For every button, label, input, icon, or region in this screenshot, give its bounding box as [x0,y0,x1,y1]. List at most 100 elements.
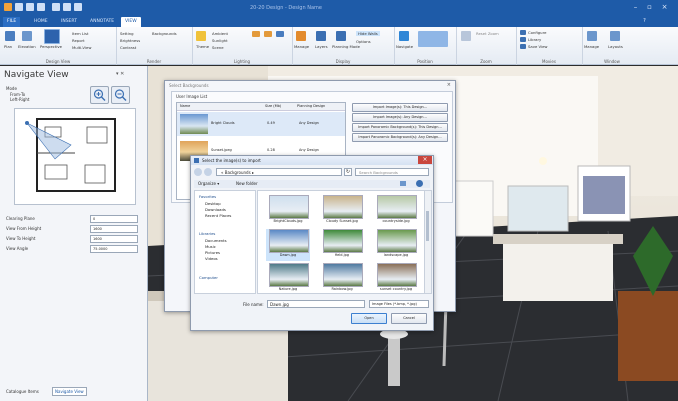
file-thumbnail[interactable]: sunset country.jpg [374,263,418,293]
import-image-any-design-button[interactable]: Import Image(s): Any Design... [352,113,448,122]
options-button[interactable]: Options [356,39,371,44]
manage-window-icon[interactable] [587,31,597,41]
forward-arrow-icon[interactable] [204,168,212,176]
back-arrow-icon[interactable] [194,168,202,176]
file-thumbnail[interactable]: BrightClouds.jpg [266,195,310,227]
zoom-out-button[interactable] [111,86,130,104]
scene-slider[interactable]: Scene [212,45,224,50]
help-icon[interactable] [416,180,423,187]
tab-file[interactable]: FILE [3,17,21,27]
nav-recent-places[interactable]: Recent Places [205,213,231,218]
mode-option-left-right[interactable]: Left-Right [10,97,30,102]
elevation-icon[interactable] [22,31,32,41]
import-panoramic-this-design-button[interactable]: Import Panoramic Background(s): This Des… [352,123,448,132]
hide-walls-button[interactable]: Hide Walls [356,31,380,36]
position-arrows-icon[interactable] [418,31,448,47]
nav-desktop[interactable]: Desktop [205,201,221,206]
app-logo-icon[interactable] [4,3,12,11]
file-type-select[interactable]: Image Files (*.bmp, *.jpg) [369,300,429,308]
backgrounds-button[interactable]: Backgrounds [152,31,177,36]
zoom-icon[interactable] [461,31,471,41]
cancel-button[interactable]: Cancel [391,313,427,324]
brightness-slider[interactable]: Brightness [120,38,140,43]
perspective-icon[interactable] [44,29,60,44]
multi-view-button[interactable]: Multi-View [72,45,91,50]
new-folder-button[interactable]: New folder [236,181,258,186]
file-thumbnail[interactable]: countryside.jpg [374,195,418,227]
minimize-icon[interactable]: – [631,3,640,11]
file-thumbnail[interactable]: Nature.jpg [266,263,310,293]
column-design[interactable]: Planning Design [297,104,325,108]
configure-button[interactable]: Configure [528,30,546,35]
item-list-button[interactable]: Item List [72,31,89,36]
refresh-icon[interactable]: ↻ [344,168,352,176]
dialog-close-icon[interactable]: × [447,82,451,88]
zoom-in-button[interactable] [90,86,109,104]
file-thumbnail[interactable]: Cloudy Sunset.jpg [320,195,364,227]
ribbon-help-icon[interactable]: ? [640,17,649,25]
nav-pictures[interactable]: Pictures [205,250,220,255]
nav-documents[interactable]: Documents [205,238,227,243]
maximize-icon[interactable]: ▫ [645,3,654,11]
plan-icon[interactable] [5,31,15,41]
nav-downloads[interactable]: Downloads [205,207,226,212]
light-icon[interactable] [252,31,260,37]
tab-home[interactable]: HOME [30,17,52,27]
sunlight-slider[interactable]: Sunlight [212,38,228,43]
reset-zoom-button[interactable]: Reset Zoom [476,31,499,36]
floor-plan-preview[interactable] [14,108,136,205]
planning-mode-icon[interactable] [336,31,346,41]
address-bar[interactable]: « Backgrounds ▸ [216,168,342,176]
undo-icon[interactable] [26,3,34,11]
setting-button[interactable]: Setting [120,31,134,36]
nav-videos[interactable]: Videos [205,256,218,261]
panel-pin-icon[interactable]: ▾ ✕ [116,71,124,77]
file-list-scrollbar[interactable] [424,190,432,294]
nav-libraries[interactable]: Libraries [199,231,215,236]
nav-computer[interactable]: Computer [199,275,218,280]
view-to-height-input[interactable]: 1600 [90,235,138,243]
close-icon[interactable]: × [660,3,669,11]
nav-music[interactable]: Music [205,244,216,249]
layers-icon[interactable] [316,31,326,41]
navigate-icon[interactable] [399,31,409,41]
tab-view[interactable]: VIEW [121,17,141,27]
theme-icon[interactable] [196,31,206,41]
import-image-this-design-button[interactable]: Import Image(s): This Design... [352,103,448,112]
filename-input[interactable]: Dawn.jpg [267,300,365,308]
view-icon[interactable] [63,3,71,11]
report-button[interactable]: Report [72,38,85,43]
tab-catalogue-items[interactable]: Catalogue Items [6,389,39,394]
tab-annotate[interactable]: ANNOTATE [86,17,118,27]
view-from-height-input[interactable]: 1600 [90,225,138,233]
save-icon[interactable] [15,3,23,11]
clearing-plane-input[interactable]: 0 [90,215,138,223]
contrast-slider[interactable]: Contrast [120,45,136,50]
manage-display-icon[interactable] [296,31,306,41]
import-panoramic-any-design-button[interactable]: Import Panoramic Background(s): Any Desi… [352,133,448,142]
print-icon[interactable] [52,3,60,11]
tab-insert[interactable]: INSERT [57,17,81,27]
grid-icon[interactable] [74,3,82,11]
organize-button[interactable]: Organize ▾ [198,181,219,186]
open-button[interactable]: Open [351,313,387,324]
library-button[interactable]: Library [528,37,541,42]
column-size[interactable]: Size (Mb) [265,104,281,108]
file-thumbnail[interactable]: field.jpg [320,229,364,261]
light-icon[interactable] [264,31,272,37]
save-view-button[interactable]: Save View [528,44,548,49]
light-icon[interactable] [276,31,284,37]
table-row[interactable]: Bright Clouds 0.49 Any Design [177,112,345,136]
view-angle-input[interactable]: 75.0000 [90,245,138,253]
file-thumbnail[interactable]: Dawn.jpg [266,229,310,261]
file-thumbnail[interactable]: landscape.jpg [374,229,418,261]
file-dialog-close-icon[interactable]: × [418,156,432,164]
layouts-icon[interactable] [610,31,620,41]
view-options-icon[interactable] [400,181,406,186]
scrollbar-thumb[interactable] [426,211,429,241]
ambient-slider[interactable]: Ambient [212,31,228,36]
search-input[interactable]: Search Backgrounds [355,168,429,176]
file-thumbnail[interactable]: Rainbow.jpg [320,263,364,293]
column-name[interactable]: Name [180,104,190,108]
redo-icon[interactable] [37,3,45,11]
